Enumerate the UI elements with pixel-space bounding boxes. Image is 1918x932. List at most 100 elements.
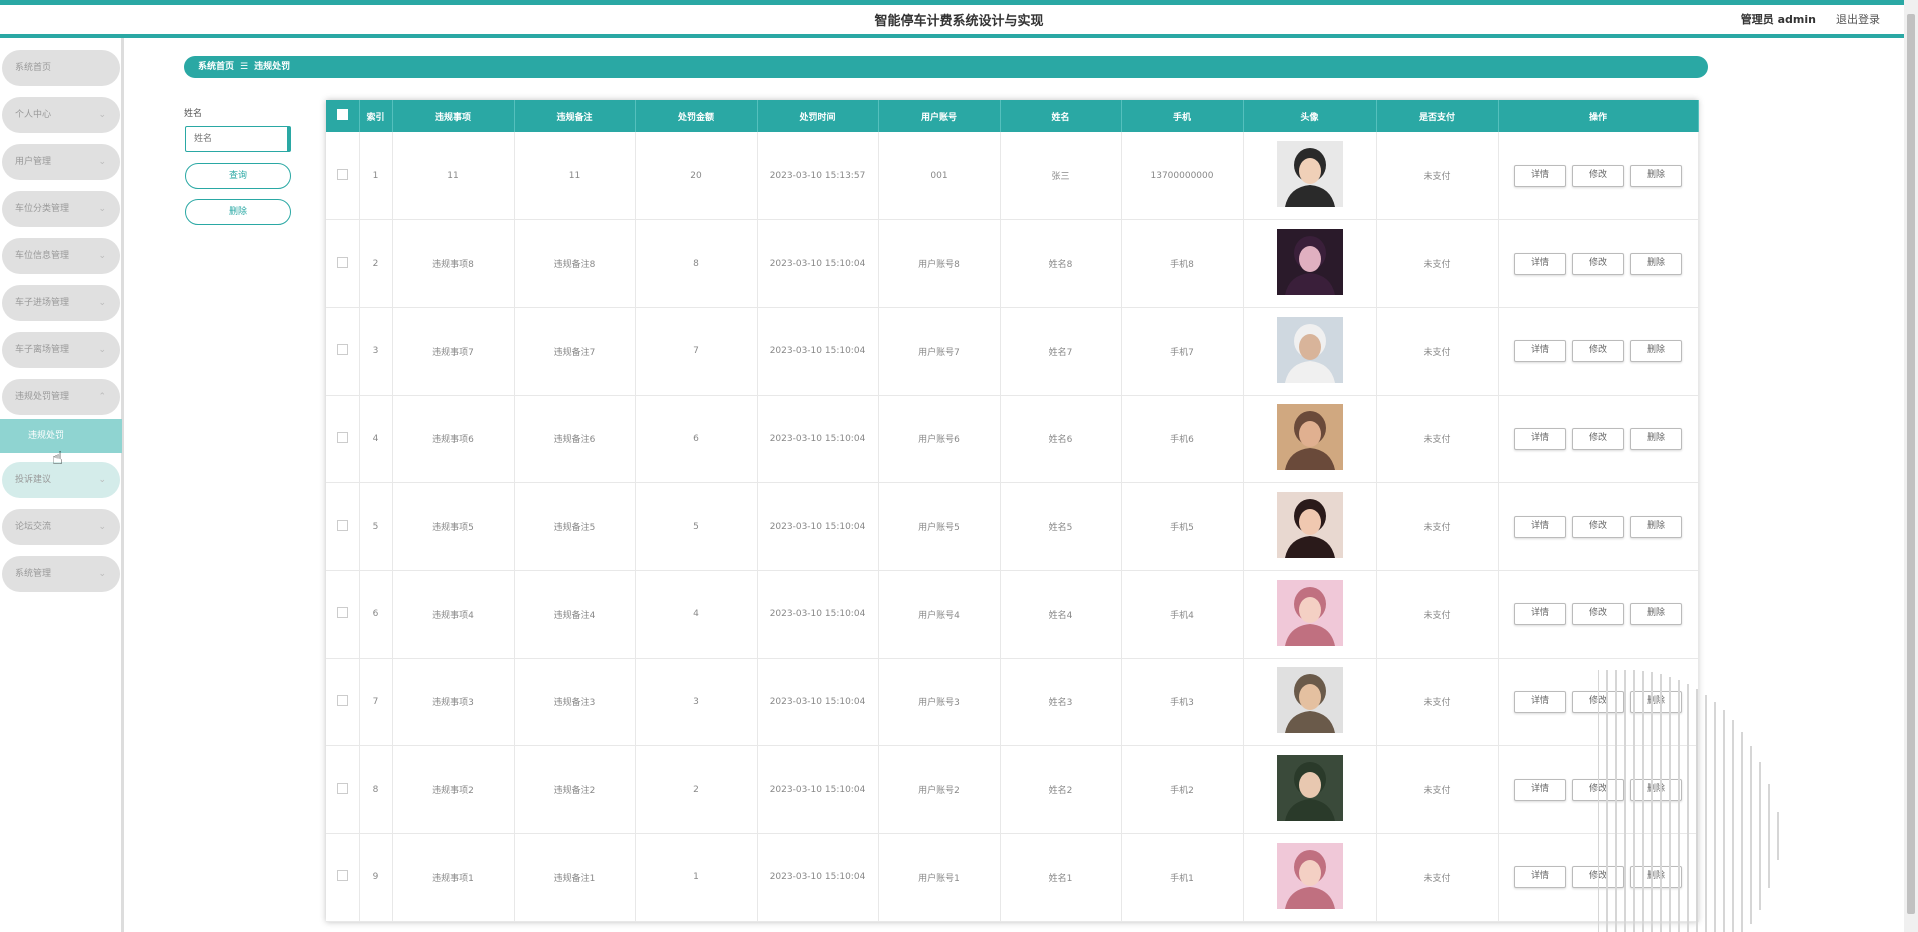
sidebar-item-space-category[interactable]: 车位分类管理 ⌄	[2, 191, 120, 227]
cell-time: 2023-03-10 15:10:04	[757, 570, 879, 659]
row-checkbox[interactable]	[326, 658, 360, 747]
cell-account: 用户账号8	[878, 219, 1001, 308]
row-checkbox[interactable]	[326, 219, 360, 308]
cell-paid: 未支付	[1376, 132, 1499, 221]
cell-name: 姓名1	[1000, 833, 1122, 922]
breadcrumb-current: 违规处罚	[254, 62, 291, 72]
cell-item: 11	[392, 132, 515, 221]
avatar[interactable]	[1276, 316, 1343, 383]
cell-account: 用户账号5	[878, 482, 1001, 571]
sidebar-item-home[interactable]: 系统首页	[2, 50, 120, 86]
detail-button[interactable]: 详情	[1514, 252, 1566, 275]
row-checkbox[interactable]	[326, 307, 360, 396]
sidebar-item-label: 车位信息管理	[15, 251, 70, 261]
cell-index: 2	[359, 219, 393, 308]
delete-button[interactable]: 删除	[1630, 164, 1682, 187]
sidebar-item-label: 系统首页	[15, 63, 52, 73]
cell-paid: 未支付	[1376, 570, 1499, 659]
sidebar-item-car-exit[interactable]: 车子离场管理 ⌄	[2, 332, 120, 368]
row-checkbox[interactable]	[326, 570, 360, 659]
row-checkbox[interactable]	[326, 745, 360, 834]
table-row: 1 11 11 20 2023-03-10 15:13:57 001 张三 137000000…	[326, 132, 1699, 221]
cell-index: 7	[359, 658, 393, 747]
cell-paid: 未支付	[1376, 307, 1499, 396]
edit-button[interactable]: 修改	[1572, 427, 1624, 450]
delete-button[interactable]: 删除	[1630, 427, 1682, 450]
edit-button[interactable]: 修改	[1572, 515, 1624, 538]
sidebar-item-label: 个人中心	[15, 110, 52, 120]
detail-button[interactable]: 详情	[1514, 778, 1566, 801]
breadcrumb-separator-icon: ☰	[240, 62, 249, 72]
table-row: 4 违规事项6 违规备注6 6 2023-03-10 15:10:04 用户账号6 姓名6 手…	[326, 395, 1699, 484]
edit-button[interactable]: 修改	[1572, 252, 1624, 275]
cell-account: 用户账号2	[878, 745, 1001, 834]
cell-name: 姓名5	[1000, 482, 1122, 571]
edit-button[interactable]: 修改	[1572, 164, 1624, 187]
sidebar-item-car-entry[interactable]: 车子进场管理 ⌄	[2, 285, 120, 321]
row-checkbox[interactable]	[326, 482, 360, 571]
detail-button[interactable]: 详情	[1514, 427, 1566, 450]
sidebar-item-profile[interactable]: 个人中心 ⌄	[2, 97, 120, 133]
query-button[interactable]: 查询	[185, 163, 291, 189]
row-checkbox[interactable]	[326, 833, 360, 922]
detail-button[interactable]: 详情	[1514, 515, 1566, 538]
chevron-down-icon: ⌄	[98, 345, 106, 355]
cell-time: 2023-03-10 15:10:04	[757, 658, 879, 747]
cell-index: 5	[359, 482, 393, 571]
detail-button[interactable]: 详情	[1514, 690, 1566, 713]
edit-button[interactable]: 修改	[1572, 340, 1624, 363]
search-name-input[interactable]	[185, 126, 291, 152]
decorative-stripes	[1598, 670, 1779, 932]
table-header-row: 索引 违规事项 违规备注 处罚金额 处罚时间 用户账号 姓名 手机 头像 是否支…	[326, 100, 1699, 132]
logout-link[interactable]: 退出登录	[1836, 11, 1880, 27]
select-all-checkbox[interactable]	[326, 100, 360, 132]
edit-button[interactable]: 修改	[1572, 603, 1624, 626]
avatar[interactable]	[1276, 755, 1343, 822]
batch-delete-button[interactable]: 删除	[185, 199, 291, 225]
delete-button[interactable]: 删除	[1630, 340, 1682, 363]
sidebar-item-space-info[interactable]: 车位信息管理 ⌄	[2, 238, 120, 274]
sidebar-item-violation[interactable]: 违规处罚管理 ⌃	[2, 379, 120, 415]
cell-amount: 6	[635, 395, 758, 484]
delete-button[interactable]: 删除	[1630, 603, 1682, 626]
avatar[interactable]	[1276, 667, 1343, 734]
sidebar-item-label: 用户管理	[15, 157, 52, 167]
detail-button[interactable]: 详情	[1514, 603, 1566, 626]
avatar[interactable]	[1276, 842, 1343, 909]
col-header: 违规事项	[392, 100, 515, 132]
cell-index: 6	[359, 570, 393, 659]
cell-actions: 详情修改删除	[1498, 570, 1699, 659]
cell-index: 1	[359, 132, 393, 221]
cell-avatar	[1243, 833, 1377, 922]
sidebar-item-label: 违规处罚管理	[15, 392, 70, 402]
scrollbar-thumb[interactable]	[1907, 14, 1915, 914]
table-row: 2 违规事项8 违规备注8 8 2023-03-10 15:10:04 用户账号8 姓名8 手…	[326, 219, 1699, 308]
cell-phone: 手机7	[1121, 307, 1244, 396]
sidebar-item-users[interactable]: 用户管理 ⌄	[2, 144, 120, 180]
page-scrollbar[interactable]	[1904, 0, 1918, 932]
violation-table: 索引 违规事项 违规备注 处罚金额 处罚时间 用户账号 姓名 手机 头像 是否支…	[326, 100, 1699, 922]
avatar[interactable]	[1276, 141, 1343, 208]
cell-time: 2023-03-10 15:10:04	[757, 395, 879, 484]
avatar[interactable]	[1276, 492, 1343, 559]
delete-button[interactable]: 删除	[1630, 515, 1682, 538]
sidebar-item-system[interactable]: 系统管理 ⌄	[2, 556, 120, 592]
detail-button[interactable]: 详情	[1514, 340, 1566, 363]
col-header: 手机	[1121, 100, 1244, 132]
cell-paid: 未支付	[1376, 219, 1499, 308]
breadcrumb-home[interactable]: 系统首页	[198, 62, 234, 72]
cell-phone: 手机5	[1121, 482, 1244, 571]
detail-button[interactable]: 详情	[1514, 866, 1566, 889]
avatar[interactable]	[1276, 579, 1343, 646]
avatar[interactable]	[1276, 404, 1343, 471]
sidebar-item-forum[interactable]: 论坛交流 ⌄	[2, 509, 120, 545]
delete-button[interactable]: 删除	[1630, 252, 1682, 275]
cell-actions: 详情修改删除	[1498, 307, 1699, 396]
cell-account: 001	[878, 132, 1001, 221]
row-checkbox[interactable]	[326, 132, 360, 221]
row-checkbox[interactable]	[326, 395, 360, 484]
cell-item: 违规事项4	[392, 570, 515, 659]
chevron-down-icon: ⌄	[98, 110, 106, 120]
detail-button[interactable]: 详情	[1514, 164, 1566, 187]
avatar[interactable]	[1276, 229, 1343, 296]
